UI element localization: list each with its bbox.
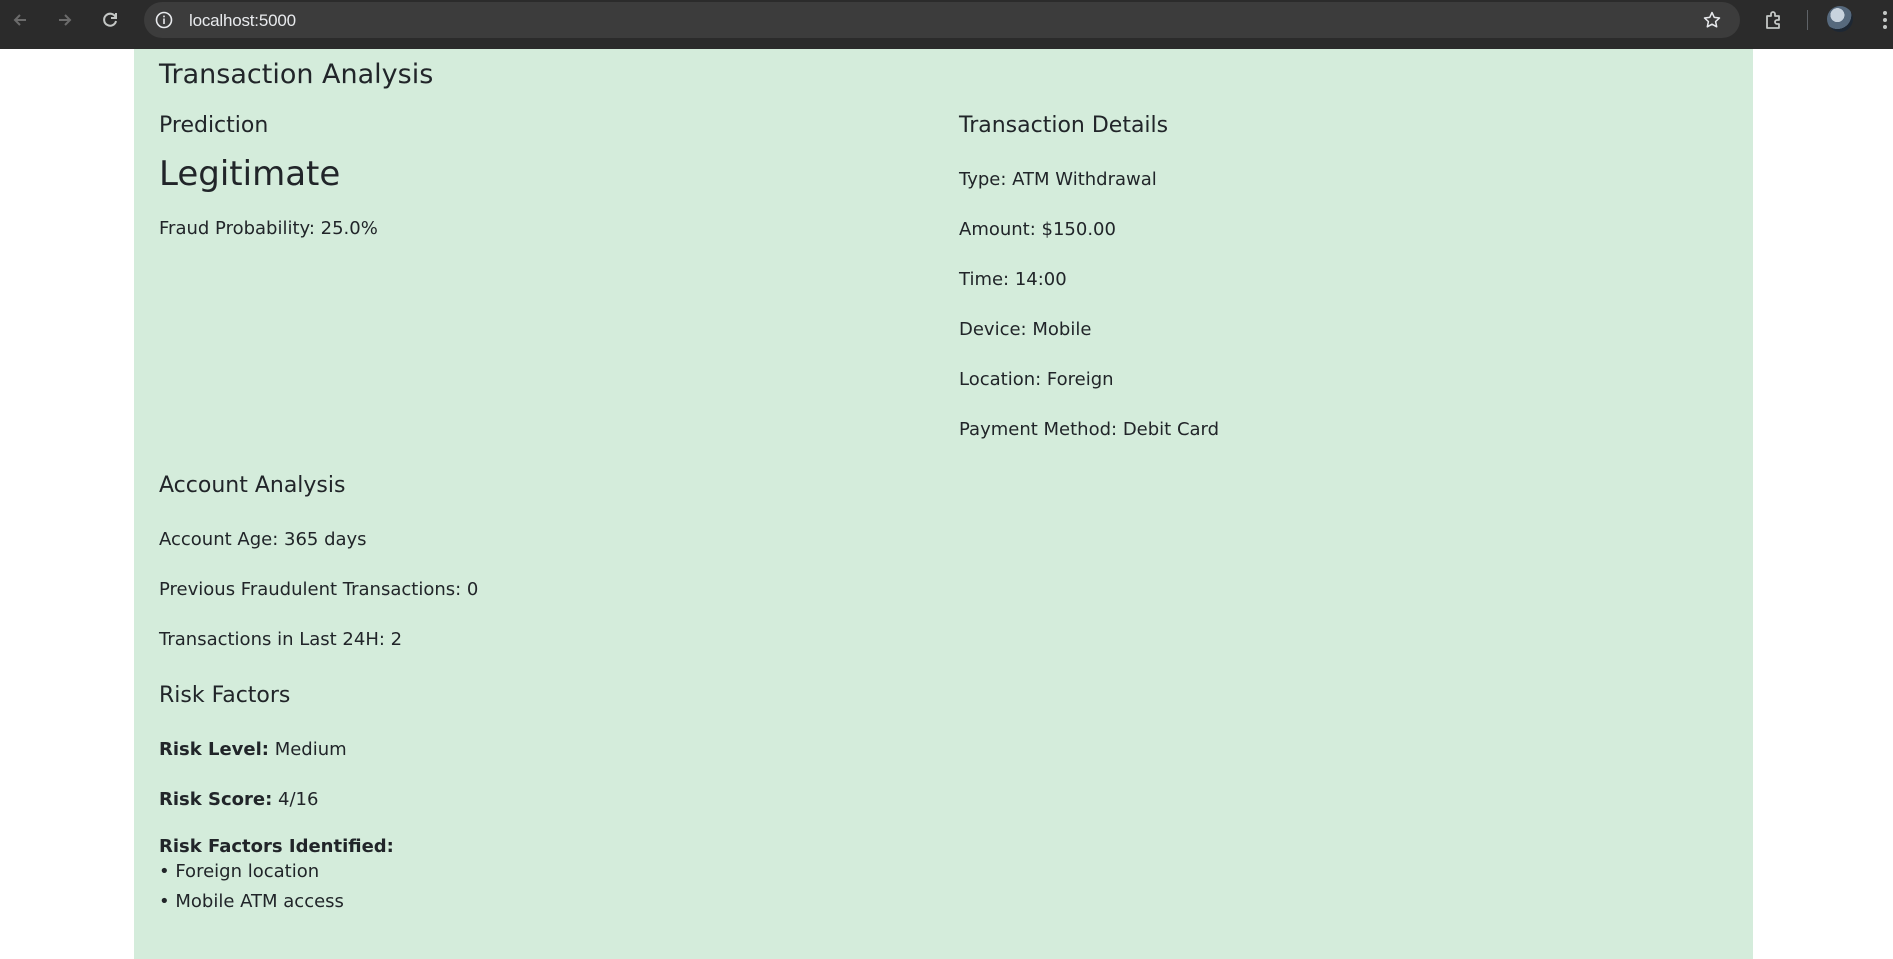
back-button[interactable] [8, 8, 32, 32]
profile-avatar[interactable] [1827, 6, 1853, 32]
detail-time: Time: 14:00 [959, 269, 1067, 290]
more-menu-icon[interactable] [1880, 8, 1890, 32]
account-analysis-heading: Account Analysis [159, 473, 346, 498]
extensions-icon[interactable] [1762, 8, 1786, 32]
forward-button[interactable] [53, 8, 77, 32]
detail-location: Location: Foreign [959, 369, 1114, 390]
risk-level-value: Medium [274, 739, 347, 760]
detail-amount: Amount: $150.00 [959, 219, 1116, 240]
list-item: Mobile ATM access [159, 887, 344, 917]
prediction-verdict: Legitimate [159, 154, 341, 194]
risk-score-value: 4/16 [278, 789, 319, 810]
risk-factors-list: Foreign location Mobile ATM access [159, 857, 344, 917]
address-bar[interactable]: localhost:5000 [144, 2, 1740, 38]
analysis-panel: Transaction Analysis Prediction Legitima… [134, 49, 1753, 959]
risk-score: Risk Score: 4/16 [159, 787, 318, 813]
arrow-left-icon [13, 14, 26, 26]
detail-type: Type: ATM Withdrawal [959, 169, 1157, 190]
detail-payment-method: Payment Method: Debit Card [959, 419, 1220, 440]
toolbar-divider [1807, 10, 1808, 30]
previous-fraudulent-transactions: Previous Fraudulent Transactions: 0 [159, 579, 479, 600]
browser-toolbar: localhost:5000 [0, 0, 1893, 49]
transaction-details-heading: Transaction Details [959, 113, 1169, 138]
risk-factors-heading: Risk Factors [159, 683, 291, 708]
detail-device: Device: Mobile [959, 319, 1092, 340]
page-title: Transaction Analysis [159, 59, 434, 90]
url-text: localhost:5000 [189, 11, 296, 30]
account-age: Account Age: 365 days [159, 529, 367, 550]
risk-level: Risk Level: Medium [159, 737, 347, 763]
risk-level-label: Risk Level: [159, 739, 269, 760]
site-info-icon[interactable] [154, 10, 174, 30]
arrow-right-icon [59, 14, 72, 26]
fraud-probability: Fraud Probability: 25.0% [159, 218, 378, 239]
list-item: Foreign location [159, 857, 344, 887]
risk-score-label: Risk Score: [159, 789, 273, 810]
reload-icon [103, 12, 117, 27]
reload-button[interactable] [98, 8, 122, 32]
prediction-heading: Prediction [159, 113, 269, 138]
risk-factors-identified-text: Risk Factors Identified: [159, 836, 394, 857]
transactions-last-24h: Transactions in Last 24H: 2 [159, 629, 403, 650]
bookmark-star-icon[interactable] [1702, 10, 1722, 30]
